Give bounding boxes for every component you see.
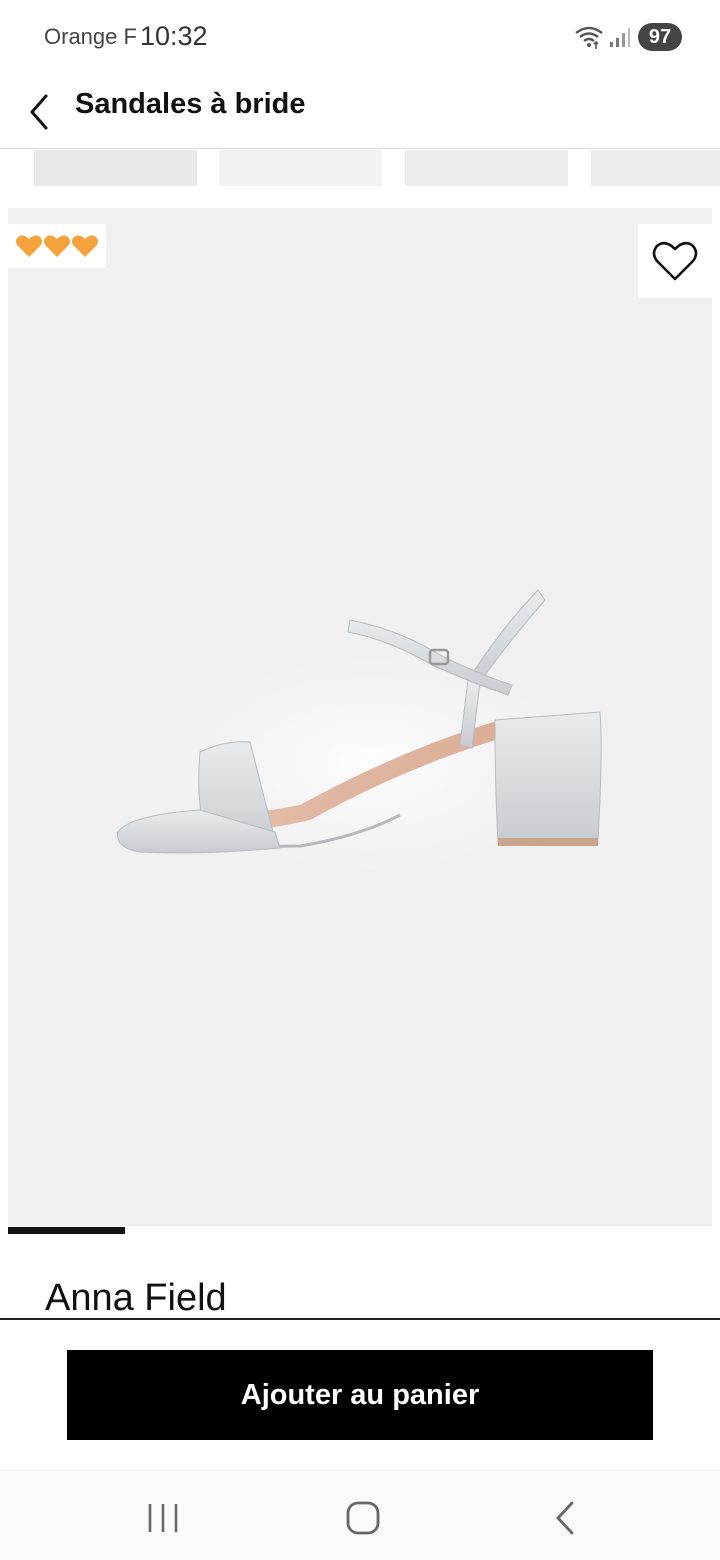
thumbnail-2[interactable]: [219, 150, 382, 186]
product-screen: Orange F 10:32 97 Sandales à bride Anna …: [0, 0, 720, 1560]
signal-icon: [610, 28, 630, 47]
wifi-icon: [575, 26, 603, 49]
battery-badge: 97: [638, 23, 682, 51]
heart-outline-icon: [652, 241, 698, 281]
rating-hearts-badge: [8, 224, 106, 268]
system-nav-bar: [0, 1470, 720, 1560]
wishlist-button[interactable]: [638, 224, 712, 298]
chevron-left-icon[interactable]: [20, 84, 60, 136]
product-image[interactable]: [8, 208, 712, 1226]
page-title: Sandales à bride: [75, 88, 306, 120]
home-icon[interactable]: [343, 1499, 383, 1537]
brand-name[interactable]: Anna Field: [45, 1276, 227, 1316]
add-to-cart-button[interactable]: Ajouter au panier: [67, 1350, 653, 1440]
thumbnail-1[interactable]: [34, 150, 197, 186]
carrier-name: Orange F: [44, 24, 137, 49]
orange-heart-icon: [44, 235, 70, 257]
sticky-bar-divider: [0, 1318, 720, 1320]
gallery-progress-indicator: [8, 1227, 125, 1234]
thumbnail-strip: [0, 150, 720, 186]
orange-heart-icon: [16, 235, 42, 257]
back-icon[interactable]: [548, 1499, 582, 1537]
status-bar: Orange F 10:32 97: [0, 0, 720, 74]
app-header: Sandales à bride: [0, 74, 720, 149]
thumbnail-3[interactable]: [405, 150, 568, 186]
orange-heart-icon: [72, 235, 98, 257]
recents-icon[interactable]: [143, 1501, 183, 1535]
thumbnail-4[interactable]: [591, 150, 720, 186]
sandal-illustration: [110, 589, 620, 870]
clock: 10:32: [140, 21, 208, 51]
